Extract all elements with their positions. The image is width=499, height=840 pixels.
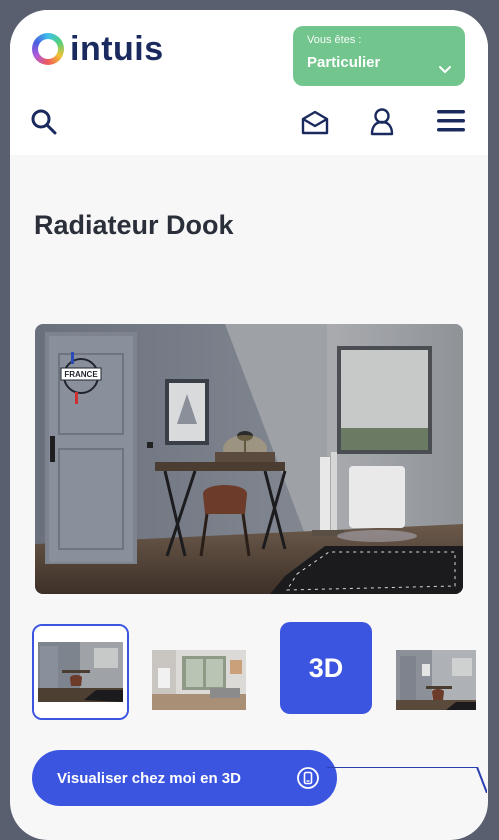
product-hero-image: FRANCE [35, 324, 463, 594]
brand-name: intuis [70, 30, 164, 68]
thumbnail-living-room-image [152, 650, 246, 710]
profile-value: Particulier [307, 54, 381, 71]
thumbnail-room-image [34, 626, 127, 718]
search-icon[interactable] [30, 108, 58, 136]
connector-line [327, 767, 487, 793]
france-badge-text: FRANCE [64, 370, 98, 379]
thumbnail-strip: 3D [32, 622, 488, 722]
profile-selector[interactable]: Vous êtes : Particulier [293, 26, 465, 86]
thumbnail-1[interactable] [32, 624, 129, 720]
phone-icon [297, 767, 319, 789]
thumbnail-3d-label: 3D [308, 652, 344, 683]
thumbnail-office-image [396, 650, 476, 710]
visualize-3d-label: Visualiser chez moi en 3D [57, 769, 241, 787]
menu-icon[interactable] [436, 109, 466, 133]
logo-ring-icon [32, 33, 64, 65]
brand-logo[interactable]: intuis [32, 32, 164, 66]
chevron-down-icon [439, 66, 451, 73]
page-title: Radiateur Dook [34, 210, 234, 240]
profile-caption: Vous êtes : [307, 34, 362, 46]
site-header: intuis Vous êtes : Particulier [10, 10, 488, 155]
thumbnail-2[interactable] [152, 650, 246, 710]
visualize-3d-button[interactable]: Visualiser chez moi en 3D [32, 750, 337, 806]
user-icon[interactable] [369, 107, 395, 137]
phone-screen: intuis Vous êtes : Particulier Radiateur… [10, 10, 488, 840]
thumbnail-3d[interactable]: 3D [280, 622, 372, 714]
thumbnail-4[interactable] [396, 650, 476, 710]
mail-icon[interactable] [300, 110, 330, 136]
